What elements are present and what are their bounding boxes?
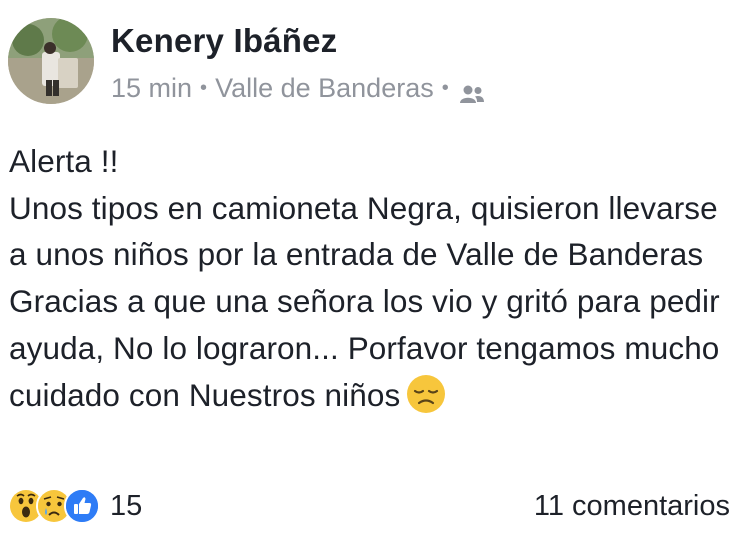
post-header: Kenery Ibáñez 15 min • Valle de Banderas… — [8, 18, 485, 105]
post-text-line: Unos tipos en camioneta Negra, quisieron… — [9, 189, 720, 413]
avatar-photo — [8, 18, 94, 104]
post-meta: Kenery Ibáñez 15 min • Valle de Banderas… — [111, 21, 485, 105]
reaction-count[interactable]: 15 — [110, 490, 142, 523]
separator-dot: • — [200, 77, 208, 99]
post-footer: 15 11 comentarios — [8, 484, 730, 528]
facebook-post: Kenery Ibáñez 15 min • Valle de Banderas… — [0, 0, 750, 545]
friends-icon[interactable] — [459, 78, 485, 103]
reactions-summary[interactable]: 15 — [8, 488, 142, 524]
author-avatar[interactable] — [8, 18, 94, 104]
separator-dot: • — [441, 77, 449, 99]
post-body: Alerta !! Unos tipos en camioneta Negra,… — [9, 138, 744, 418]
post-text-line: Alerta !! — [9, 143, 119, 179]
disappointed-face-emoji-icon — [406, 374, 446, 414]
like-reaction-icon — [64, 488, 100, 524]
author-name[interactable]: Kenery Ibáñez — [111, 21, 485, 61]
post-text-paragraph: Unos tipos en camioneta Negra, quisieron… — [9, 185, 744, 419]
post-location[interactable]: Valle de Banderas — [215, 71, 434, 105]
comments-count-link[interactable]: 11 comentarios — [534, 490, 730, 523]
post-time[interactable]: 15 min — [111, 71, 192, 105]
post-subline: 15 min • Valle de Banderas • — [111, 71, 485, 105]
